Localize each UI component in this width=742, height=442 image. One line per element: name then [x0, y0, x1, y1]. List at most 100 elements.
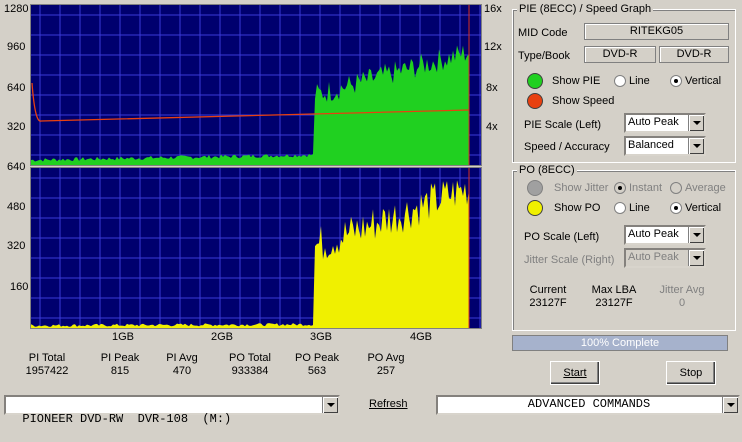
drive-select-value: PIONEER DVD-RW DVR-108 (M:) [22, 412, 232, 426]
stat-value: 815 [110, 365, 130, 377]
pie-scale-select[interactable]: Auto Peak [624, 113, 706, 133]
pie-group-title: PIE (8ECC) / Speed Graph [517, 3, 654, 15]
advanced-commands-value: ADVANCED COMMANDS [527, 397, 651, 411]
stat-pi-total: PI Total 1957422 [22, 352, 72, 378]
pie-speed-tick: 16x [484, 3, 502, 15]
refresh-button[interactable]: Refresh [369, 398, 408, 410]
po-scale-select[interactable]: Auto Peak [624, 225, 706, 245]
pie-error-bars [31, 45, 469, 165]
pie-left-tick: 640 [7, 82, 26, 94]
po-vertical-label[interactable]: Vertical [685, 202, 721, 214]
jitter-scale-value: Auto Peak [628, 251, 679, 263]
stat-value: 257 [376, 365, 396, 377]
advanced-commands-select[interactable]: ADVANCED COMMANDS [436, 395, 740, 415]
jitter-instant-radio [614, 182, 626, 194]
jitter-scale-label: Jitter Scale (Right) [524, 254, 615, 266]
chevron-down-icon[interactable] [322, 397, 338, 413]
speed-accuracy-select[interactable]: Balanced [624, 136, 706, 156]
mid-code-value: RITEKG05 [584, 23, 729, 40]
start-button[interactable]: Start [550, 361, 600, 385]
chevron-down-icon[interactable] [688, 227, 704, 243]
jitter-average-label: Average [685, 182, 726, 194]
pie-vertical-radio[interactable] [670, 75, 682, 87]
max-lba-label: Max LBA [591, 284, 637, 296]
stat-value: 1957422 [25, 365, 69, 377]
pie-left-tick: 1280 [4, 3, 29, 15]
po-line-label[interactable]: Line [629, 202, 650, 214]
stat-label: PO Avg [367, 352, 405, 364]
po-scale-label: PO Scale (Left) [524, 231, 600, 243]
jitter-avg-value: 0 [678, 297, 686, 309]
stat-po-avg: PO Avg 257 [364, 352, 408, 378]
pie-speed-tick: 8x [486, 82, 498, 94]
speed-accuracy-label: Speed / Accuracy [524, 141, 610, 153]
jitter-color-swatch [527, 180, 543, 196]
pie-speed-graph [30, 4, 482, 166]
pie-graph-canvas [31, 5, 481, 165]
x-tick: 2GB [211, 331, 234, 343]
po-left-tick: 480 [7, 201, 26, 213]
stat-po-peak: PO Peak 563 [292, 352, 342, 378]
jitter-avg-label: Jitter Avg [659, 284, 705, 296]
pie-line-radio[interactable] [614, 75, 626, 87]
pie-color-swatch[interactable] [527, 73, 543, 89]
stat-label: PO Total [229, 352, 271, 364]
stat-label: PI Peak [100, 352, 140, 364]
pie-speed-tick: 12x [484, 41, 502, 53]
po-color-swatch[interactable] [527, 200, 543, 216]
stat-value: 933384 [231, 365, 269, 377]
current-value: 23127F [529, 297, 567, 309]
stat-label: PO Peak [294, 352, 340, 364]
stop-label: Stop [679, 367, 703, 379]
stat-pi-avg: PI Avg 470 [160, 352, 204, 378]
po-left-tick: 320 [7, 240, 26, 252]
x-tick: 1GB [112, 331, 135, 343]
po-line-radio[interactable] [614, 202, 626, 214]
show-jitter-label: Show Jitter [554, 182, 609, 194]
stat-po-total: PO Total 933384 [224, 352, 276, 378]
x-tick: 3GB [310, 331, 333, 343]
stat-label: PI Avg [166, 352, 198, 364]
show-speed-label[interactable]: Show Speed [552, 95, 614, 107]
po-left-tick: 160 [10, 281, 29, 293]
chevron-down-icon[interactable] [688, 138, 704, 154]
pie-vertical-label[interactable]: Vertical [685, 75, 721, 87]
current-lba: Current 23127F [522, 284, 574, 310]
po-graph-canvas [31, 168, 481, 328]
chevron-down-icon[interactable] [722, 397, 738, 413]
speed-color-swatch[interactable] [527, 93, 543, 109]
stop-button[interactable]: Stop [666, 361, 716, 385]
type-book-label: Type/Book [518, 50, 570, 62]
po-graph [30, 167, 482, 329]
x-tick: 4GB [410, 331, 433, 343]
stat-pi-peak: PI Peak 815 [98, 352, 142, 378]
start-label: Start [563, 367, 587, 379]
jitter-avg: Jitter Avg 0 [654, 284, 710, 310]
pie-left-tick: 960 [7, 41, 26, 53]
pie-line-label[interactable]: Line [629, 75, 650, 87]
pie-scale-label: PIE Scale (Left) [524, 119, 602, 131]
po-left-tick: 640 [7, 161, 26, 173]
stat-value: 470 [172, 365, 192, 377]
max-lba: Max LBA 23127F [588, 284, 640, 310]
pie-left-tick: 320 [7, 121, 26, 133]
jitter-average-radio [670, 182, 682, 194]
pie-speed-tick: 4x [486, 121, 498, 133]
current-label: Current [529, 284, 567, 296]
po-vertical-radio[interactable] [670, 202, 682, 214]
jitter-instant-label: Instant [629, 182, 663, 194]
progress-text: 100% Complete [580, 337, 660, 349]
stat-value: 563 [307, 365, 327, 377]
max-lba-value: 23127F [595, 297, 633, 309]
show-po-label[interactable]: Show PO [554, 202, 600, 214]
chevron-down-icon[interactable] [688, 115, 704, 131]
disc-type-value: DVD-R [584, 46, 656, 63]
show-pie-label[interactable]: Show PIE [552, 75, 600, 87]
drive-select[interactable]: PIONEER DVD-RW DVR-108 (M:) [4, 395, 340, 426]
book-type-value: DVD-R [659, 46, 729, 63]
po-scale-value: Auto Peak [628, 228, 679, 240]
speed-accuracy-value: Balanced [628, 139, 674, 151]
progress-bar: 100% Complete [512, 335, 728, 351]
chevron-down-icon [688, 250, 704, 266]
po-error-bars [31, 180, 469, 328]
